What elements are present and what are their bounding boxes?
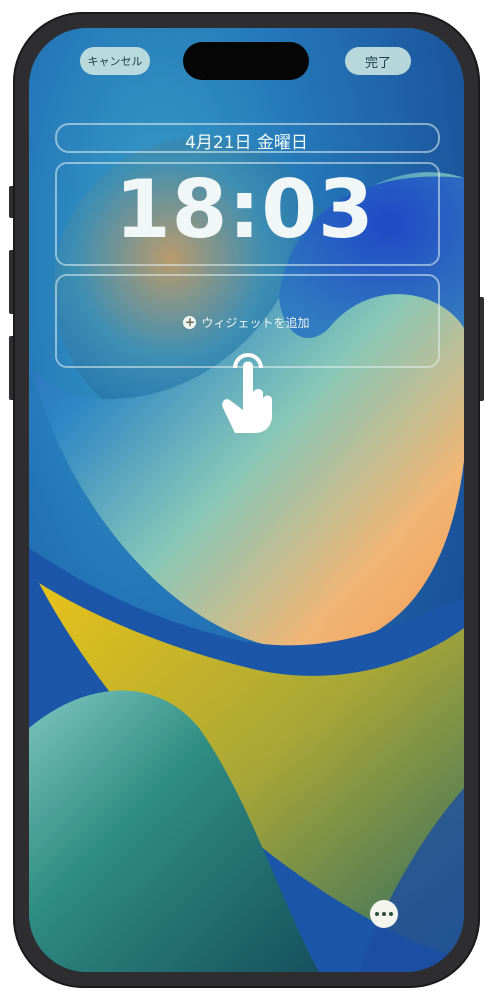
ellipsis-icon <box>374 912 395 916</box>
done-button[interactable]: 完了 <box>345 47 411 75</box>
add-widget-label: ウィジェットを追加 <box>201 316 310 330</box>
plus-circle-icon: + <box>183 315 197 329</box>
more-button[interactable] <box>370 900 398 928</box>
cancel-button[interactable]: キャンセル <box>80 47 150 75</box>
clock-time: 18:03 <box>115 163 375 256</box>
tap-hand-icon <box>222 353 272 433</box>
dynamic-island <box>183 42 309 80</box>
date-label: 4月21日 金曜日 <box>185 133 308 153</box>
add-widget-button[interactable]: + ウィジェットを追加 <box>29 314 464 331</box>
lock-screen: キャンセル 完了 4月21日 金曜日 18:03 + ウィジェットを追加 <box>29 28 464 972</box>
